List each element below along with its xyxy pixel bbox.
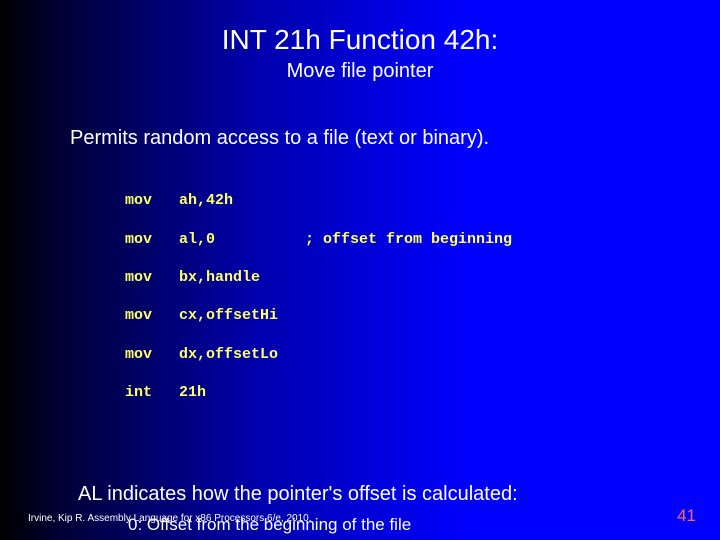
code-line: mov ah,42h bbox=[125, 191, 720, 210]
code-line: mov cx,offsetHi bbox=[125, 306, 720, 325]
code-line: mov dx,offsetLo bbox=[125, 345, 720, 364]
page-number: 41 bbox=[677, 506, 696, 526]
code-line: mov al,0 ; offset from beginning bbox=[125, 230, 720, 249]
list-item: 1: Offset from the current pointer locat… bbox=[128, 536, 720, 540]
intro-text: Permits random access to a file (text or… bbox=[70, 127, 720, 150]
code-line: mov bx,handle bbox=[125, 268, 720, 287]
code-line: int 21h bbox=[125, 383, 720, 402]
slide-subtitle: Move file pointer bbox=[0, 60, 720, 83]
al-description: AL indicates how the pointer's offset is… bbox=[78, 483, 720, 506]
slide-title: INT 21h Function 42h: bbox=[0, 0, 720, 56]
code-block: mov ah,42h mov al,0 ; offset from beginn… bbox=[125, 172, 720, 421]
footer-citation: Irvine, Kip R. Assembly Language for x86… bbox=[28, 513, 312, 524]
